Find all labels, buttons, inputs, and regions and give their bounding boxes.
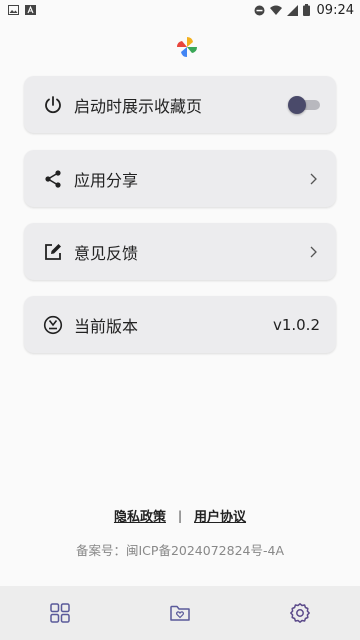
signal-icon bbox=[286, 4, 298, 16]
grid-icon bbox=[50, 603, 70, 623]
version-label: 当前版本 bbox=[74, 316, 139, 336]
share-app-card[interactable]: 应用分享 bbox=[24, 150, 336, 207]
version-value: v1.0.2 bbox=[272, 315, 320, 334]
feedback-card[interactable]: 意见反馈 bbox=[24, 223, 336, 280]
footer-links: 隐私政策 | 用户协议 bbox=[0, 506, 360, 526]
power-icon bbox=[42, 94, 64, 116]
icp-record: 备案号：闽ICP备2024072824号-4A bbox=[76, 543, 284, 558]
feedback-label: 意见反馈 bbox=[74, 243, 139, 263]
startup-favorites-card[interactable]: 启动时展示收藏页 bbox=[24, 76, 336, 133]
status-bar: 09:24 bbox=[0, 0, 360, 20]
battery-icon bbox=[302, 4, 310, 16]
status-time: 09:24 bbox=[316, 2, 354, 18]
status-bar-left bbox=[8, 5, 36, 15]
font-icon bbox=[25, 5, 36, 15]
privacy-policy-link[interactable]: 隐私政策 bbox=[114, 506, 166, 525]
bottom-nav bbox=[0, 586, 360, 640]
nav-grid[interactable] bbox=[49, 602, 71, 624]
nav-settings[interactable] bbox=[289, 602, 311, 624]
chevron-right-icon bbox=[310, 173, 317, 184]
startup-favorites-toggle[interactable] bbox=[288, 95, 320, 115]
settings-screen: 09:24 启动时展示收藏页 应用分享 意见反馈 当前版本 v1.0.2 隐私政… bbox=[0, 0, 360, 640]
edit-icon bbox=[42, 241, 64, 263]
folder-heart-icon bbox=[170, 605, 190, 621]
version-icon bbox=[42, 314, 64, 336]
share-icon bbox=[42, 168, 64, 190]
link-separator: | bbox=[177, 508, 183, 523]
wifi-icon bbox=[269, 5, 282, 15]
toggle-thumb bbox=[288, 95, 306, 114]
nav-favorites[interactable] bbox=[169, 602, 191, 624]
status-bar-right: 09:24 bbox=[254, 3, 354, 18]
app-logo-icon bbox=[177, 37, 197, 57]
startup-favorites-label: 启动时展示收藏页 bbox=[74, 96, 203, 116]
version-card: 当前版本 v1.0.2 bbox=[24, 296, 336, 353]
share-app-label: 应用分享 bbox=[74, 170, 139, 190]
image-icon bbox=[8, 5, 19, 15]
user-agreement-link[interactable]: 用户协议 bbox=[194, 506, 246, 525]
do-not-disturb-icon bbox=[254, 5, 265, 15]
chevron-right-icon bbox=[310, 246, 317, 257]
settings-icon bbox=[290, 603, 310, 623]
